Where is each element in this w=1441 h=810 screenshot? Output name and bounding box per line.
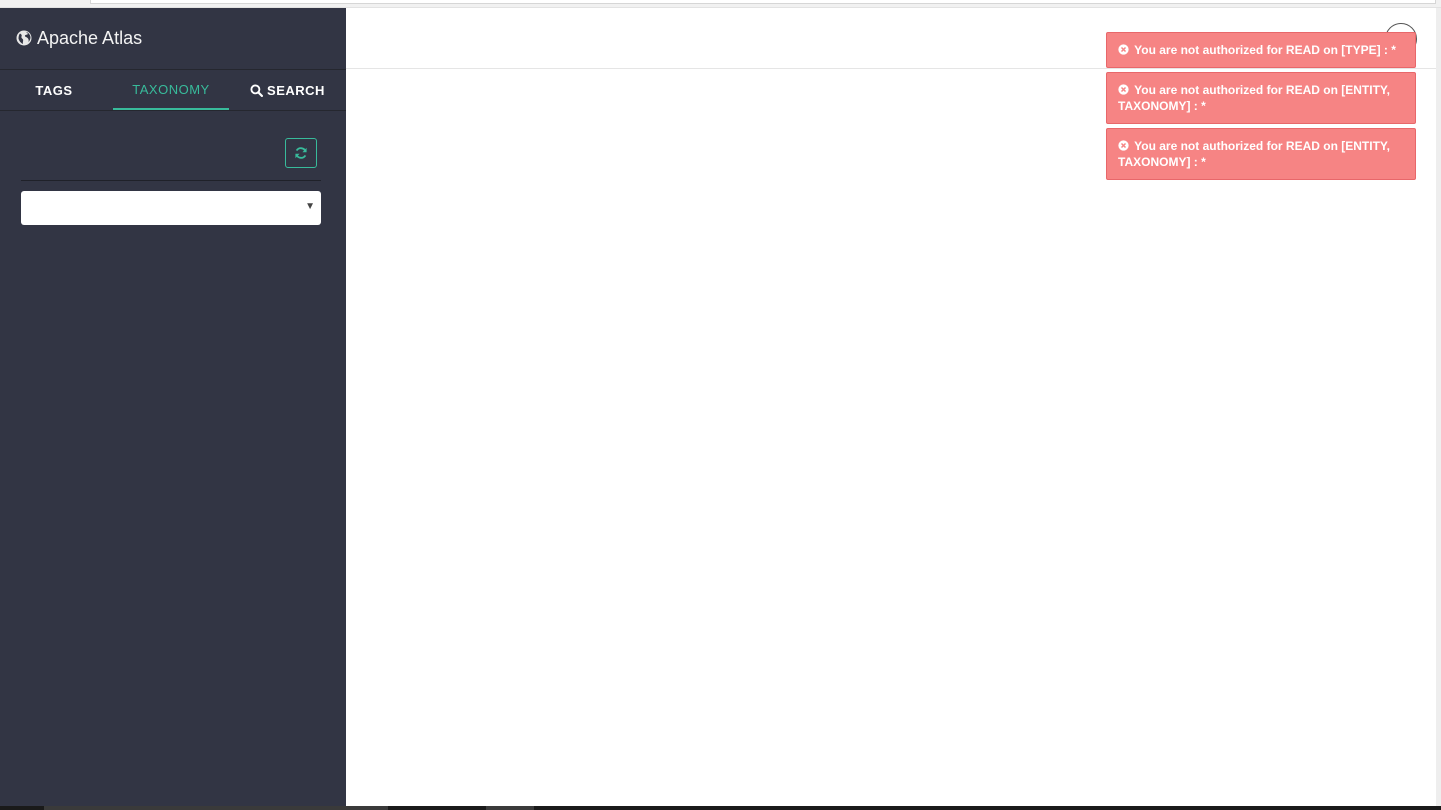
refresh-icon: [295, 147, 307, 159]
tab-taxonomy-label: TAXONOMY: [132, 81, 210, 97]
taskbar-segment: [486, 806, 534, 810]
times-circle-icon: [1118, 140, 1129, 151]
tab-search-label: SEARCH: [267, 82, 325, 98]
error-notification[interactable]: You are not authorized for READ on [ENTI…: [1106, 72, 1416, 124]
taskbar-segment: [44, 806, 388, 810]
nav-divider-bottom: [0, 110, 346, 111]
app-title: Apache Atlas: [37, 27, 143, 48]
taxonomy-select[interactable]: ▼: [21, 191, 321, 225]
refresh-button[interactable]: [285, 138, 317, 168]
caret-down-icon: ▼: [305, 201, 315, 212]
main-header-divider: [346, 68, 1436, 69]
times-circle-icon: [1118, 84, 1129, 95]
globe-icon: [16, 30, 32, 46]
notification-message: You are not authorized for READ on [TYPE…: [1134, 43, 1396, 57]
panel-divider: [21, 180, 321, 181]
search-icon: [250, 83, 264, 97]
tab-tags-label: TAGS: [35, 82, 73, 98]
notification-message: You are not authorized for READ on [ENTI…: [1118, 83, 1390, 113]
browser-top-strip: [0, 0, 1441, 8]
sidebar: Apache Atlas TAGS TAXONOMY SEARCH ▼: [0, 8, 346, 806]
tab-taxonomy[interactable]: TAXONOMY: [113, 70, 229, 110]
error-notification[interactable]: You are not authorized for READ on [TYPE…: [1106, 32, 1416, 68]
tab-tags[interactable]: TAGS: [0, 70, 108, 110]
brand[interactable]: Apache Atlas: [16, 27, 142, 49]
browser-address-bar[interactable]: [90, 0, 1436, 4]
notification-message: You are not authorized for READ on [ENTI…: [1118, 139, 1390, 169]
error-notification[interactable]: You are not authorized for READ on [ENTI…: [1106, 128, 1416, 180]
sidebar-tabs: TAGS TAXONOMY SEARCH: [0, 70, 346, 110]
scrollbar[interactable]: [1436, 8, 1441, 806]
times-circle-icon: [1118, 44, 1129, 55]
tab-search[interactable]: SEARCH: [229, 70, 346, 110]
taskbar: [0, 806, 1441, 810]
